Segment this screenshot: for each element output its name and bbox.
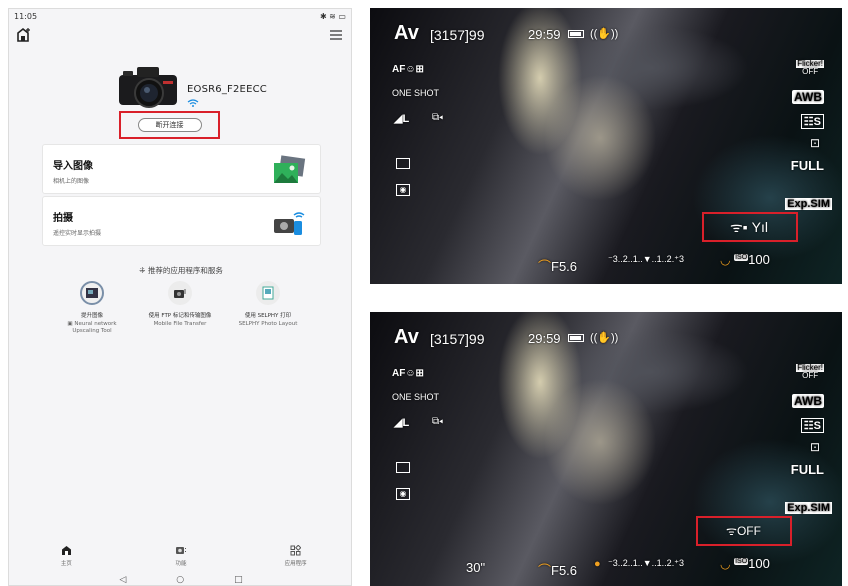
shooting-mode: Av: [394, 22, 419, 44]
exposure-simulation: Exp.SIM: [785, 502, 832, 514]
disconnect-button[interactable]: 断开连接: [137, 118, 202, 132]
metering-mode-icon: ◉: [396, 488, 410, 500]
shooting-mode: Av: [394, 326, 419, 348]
af-operation: ONE SHOT: [392, 392, 440, 402]
nav-label: 功能: [175, 561, 187, 567]
rec-app-label: 提升图像: [80, 313, 103, 319]
image-quality: ◢L: [394, 113, 410, 125]
add-camera-icon[interactable]: [15, 26, 33, 44]
nav-label: 主页: [60, 561, 72, 567]
stabilizer-icon: ((✋)): [590, 28, 619, 40]
af-method: AF☺⊞: [392, 64, 424, 75]
status-bar: 11:05 ✱ ≋ ▭: [9, 9, 351, 23]
metering-frame-icon: [396, 158, 410, 169]
image-quality: ◢L: [394, 417, 410, 429]
picture-style: ☷S: [800, 418, 824, 433]
exposure-simulation: Exp.SIM: [785, 198, 832, 210]
wifi-status-icon: ᯤ▪ Yıl: [730, 219, 768, 235]
metering-mode-icon: ◉: [396, 184, 410, 196]
shots-remaining: [3157]99: [430, 331, 485, 347]
camera-connect-app: 11:05 ✱ ≋ ▭ EOSR6_F2EECC 断开连接 导入图像 相机上的图…: [8, 8, 352, 586]
rec-app-label: 使用 SELPHY 打印: [244, 313, 292, 319]
drive-mode: ⧉◂: [432, 112, 443, 123]
remote-shooting-icon: [274, 212, 305, 235]
camera-icon: [151, 543, 211, 557]
import-images-card[interactable]: 导入图像 相机上的图像: [42, 144, 321, 194]
rec-app-sublabel: Mobile File Transfer: [153, 321, 207, 327]
exposure-lock-icon: ●: [594, 558, 601, 570]
af-method: AF☺⊞: [392, 368, 424, 379]
battery-icon: [568, 334, 584, 342]
home-circle-icon[interactable]: ○: [176, 575, 184, 585]
viewfinder-wifi-on: Av [3157]99 29:59 ((✋)) AF☺⊞ ONE SHOT ◢L…: [370, 8, 842, 284]
import-images-icon: [274, 155, 306, 183]
iso-dial-icon: ◡: [720, 253, 731, 267]
top-bar: [9, 23, 351, 47]
bottom-navigation: 主页 功能 应用程序: [9, 543, 351, 573]
aperture-dial-icon: ⌒: [538, 259, 552, 274]
camera-name: EOSR6_F2EECC: [187, 84, 267, 95]
menu-icon[interactable]: [327, 26, 345, 44]
highlight-box-disconnect: 断开连接: [119, 111, 220, 139]
remote-shooting-card[interactable]: 拍摄 遥控实时显示拍摄: [42, 196, 321, 246]
af-operation: ONE SHOT: [392, 88, 440, 98]
status-time: 11:05: [14, 11, 38, 21]
camera-image-icon: [119, 67, 177, 108]
aperture-dial-icon: ⌒: [538, 563, 552, 578]
rec-app-sublabel: SELPHY Photo Layout: [238, 321, 298, 327]
exposure-scale: ⁻3..2..1..▼..1..2.⁺3: [608, 558, 684, 568]
home-icon: [36, 543, 96, 557]
card-icon: ⊡: [809, 136, 820, 150]
recents-icon[interactable]: □: [234, 575, 243, 585]
comparison-screen: 11:05 ✱ ≋ ▭ EOSR6_F2EECC 断开连接 导入图像 相机上的图…: [0, 0, 848, 586]
system-navigation: ◁ ○ □: [9, 573, 351, 585]
drive-mode: ⧉◂: [432, 416, 443, 427]
wifi-connected-icon: [187, 99, 199, 107]
nav-home[interactable]: 主页: [36, 543, 96, 567]
nav-apps[interactable]: 应用程序: [266, 543, 326, 567]
nav-functions[interactable]: 功能: [151, 543, 211, 567]
aperture-value: ⌒F5.6: [538, 563, 578, 578]
stabilizer-icon: ((✋)): [590, 332, 619, 344]
crop-full: FULL: [790, 158, 824, 173]
nav-label: 应用程序: [284, 561, 307, 567]
iso-value: ◡ ISO100: [720, 556, 770, 571]
battery-icon: [568, 30, 584, 38]
crop-full: FULL: [790, 462, 824, 477]
picture-style: ☷S: [800, 114, 824, 129]
upscaling-app-icon: [80, 281, 104, 305]
rec-app-sublabel: ▣ Neural network Upscaling Tool: [67, 321, 117, 334]
flicker-indicator: Flicker! OFF: [796, 363, 824, 380]
white-balance: AWB: [792, 394, 824, 408]
connected-camera: EOSR6_F2EECC 断开连接: [9, 47, 351, 139]
selphy-app-icon: [256, 281, 280, 305]
rec-app-ftp[interactable]: 使用 FTP 标记和传输图像 Mobile File Transfer: [135, 281, 225, 328]
flicker-indicator: Flicker! OFF: [796, 59, 824, 76]
shots-remaining: [3157]99: [430, 27, 485, 43]
back-icon[interactable]: ◁: [119, 575, 126, 585]
apps-icon: [266, 543, 326, 557]
viewfinder-wifi-off: Av [3157]99 29:59 ((✋)) AF☺⊞ ONE SHOT ◢L…: [370, 312, 842, 586]
wifi-off-icon: ᯤOFF: [726, 524, 761, 538]
recommended-title: ⁜ 推荐的应用程序和服务: [139, 266, 223, 275]
recommended-icon: ⁜: [139, 266, 148, 275]
recording-time: 29:59: [528, 331, 561, 346]
ftp-app-icon: [168, 281, 192, 305]
aperture-value: ⌒F5.6: [538, 259, 578, 274]
rec-app-upscaling[interactable]: 提升图像 ▣ Neural network Upscaling Tool: [47, 281, 137, 335]
iso-value: ◡ ISO100: [720, 252, 770, 267]
rec-app-selphy[interactable]: 使用 SELPHY 打印 SELPHY Photo Layout: [223, 281, 313, 328]
white-balance: AWB: [792, 90, 824, 104]
card-icon: ⊡: [809, 440, 820, 454]
recording-time: 29:59: [528, 27, 561, 42]
status-icons: ✱ ≋ ▭: [319, 11, 346, 21]
shutter-speed: 30": [466, 560, 486, 575]
iso-dial-icon: ◡: [720, 557, 731, 571]
metering-frame-icon: [396, 462, 410, 473]
exposure-scale: ⁻3..2..1..▼..1..2.⁺3: [608, 254, 684, 264]
rec-app-label: 使用 FTP 标记和传输图像: [148, 313, 212, 319]
